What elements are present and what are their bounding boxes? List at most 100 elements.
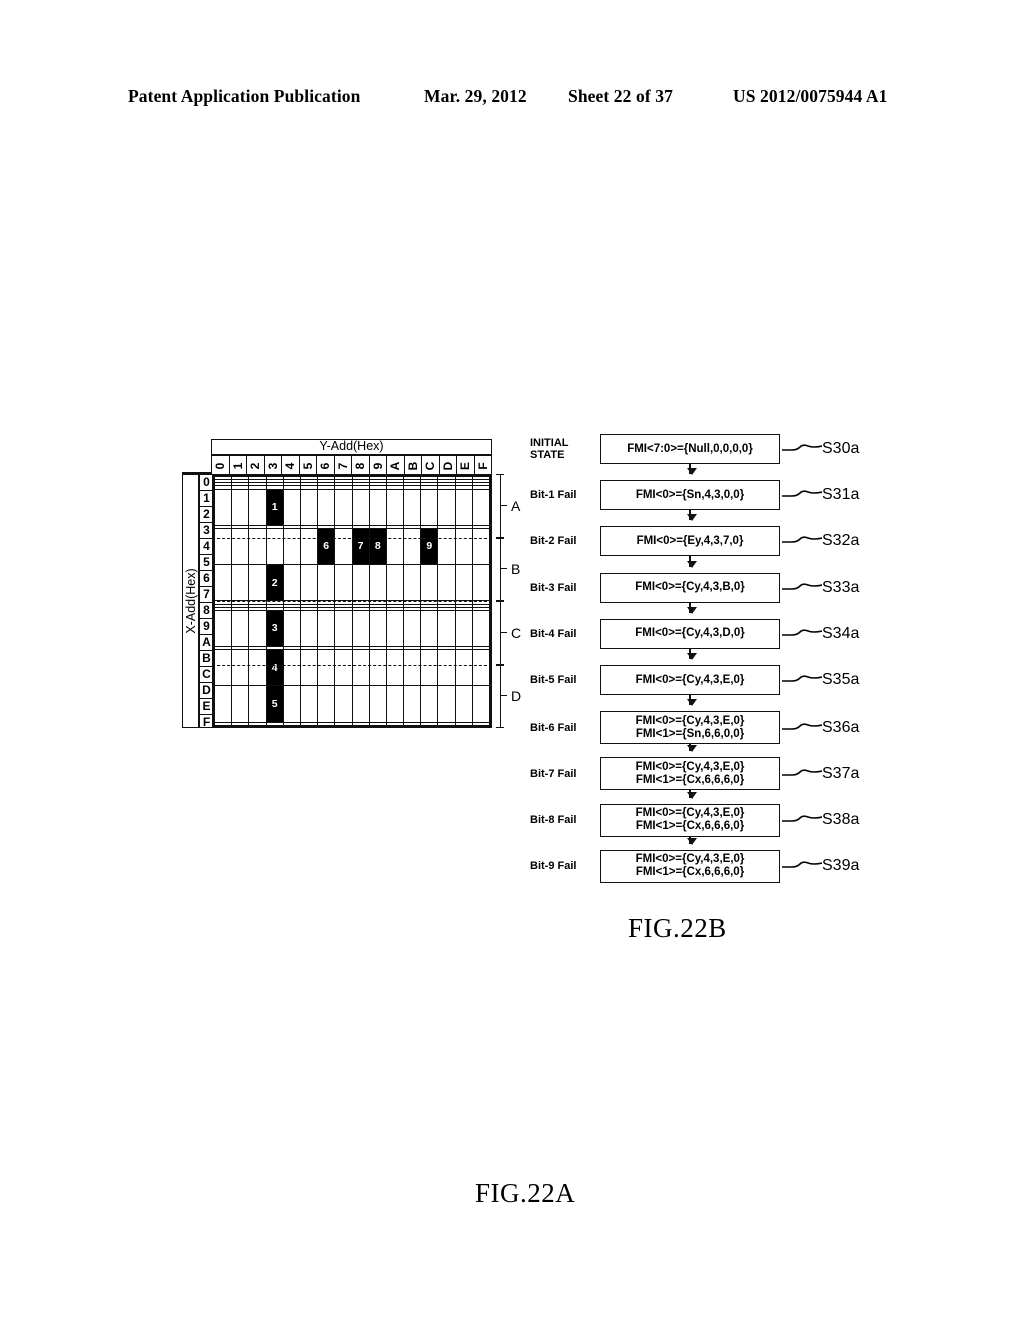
grid-cell-EF [471, 685, 491, 723]
stage-label-bit-3-fail: Bit-3 Fail [530, 582, 596, 594]
grid-cell-74 [282, 564, 301, 602]
y-column-header-label: 3 [265, 462, 280, 469]
grid-cell-FD [437, 721, 456, 727]
grid-cell-E9 [368, 685, 387, 723]
reference-number-s35a: S35a [822, 671, 860, 688]
stage-label-bit-7-fail: Bit-7 Fail [530, 768, 596, 780]
grid-cell-77 [334, 564, 353, 602]
flow-box-s33a: FMI<0>={Cy,4,3,B,0} [600, 572, 780, 603]
flow-box-s35a: FMI<0>={Cy,4,3,E,0} [600, 665, 780, 695]
flow-box-line: FMI<1>={Sn,6,6,0,0} [635, 727, 745, 740]
y-column-header-2: 2 [247, 456, 265, 475]
y-column-header-4: 4 [282, 456, 300, 475]
fail-cell-6: 6 [317, 527, 336, 566]
flow-box-s38a: FMI<0>={Cy,4,3,E,0} FMI<1>={Cx,6,6,6,0} [600, 803, 780, 837]
stage-label-bit-8-fail: Bit-8 Fail [530, 814, 596, 826]
grid-cell-65 [299, 527, 319, 566]
reference-number-s30a: S30a [822, 440, 860, 457]
grid-cell-D0 [213, 649, 233, 687]
block-braces: A B C D [494, 474, 530, 728]
grid-cell-BE [454, 609, 473, 648]
flow-box-s31a: FMI<0>={Sn,4,3,0,0} [600, 480, 780, 511]
patent-number: US 2012/0075944 A1 [733, 86, 888, 106]
grid-cell-DB [403, 649, 422, 687]
y-column-header-label: B [405, 461, 420, 470]
grid-cell-BC [420, 609, 439, 648]
y-axis-column-headers: 0123456789ABCDEF [211, 455, 492, 475]
figure-22a: Y-Add(Hex) 0123456789ABCDEF X-Add(Hex) 0… [178, 430, 575, 1208]
grid-cell-4A [385, 488, 405, 526]
grid-cell-FC [420, 721, 439, 727]
brace-label-B: B [511, 561, 521, 578]
figure-22a-caption: FIG.22A [475, 1178, 576, 1208]
reference-leader-line [782, 489, 822, 501]
stage-label-initial-state: INITIAL STATE [530, 437, 596, 461]
flow-arrow-down [686, 744, 697, 753]
stage-label-bit-4-fail: Bit-4 Fail [530, 628, 596, 640]
flow-arrow-down [686, 695, 697, 707]
reference-number-s34a: S34a [822, 624, 860, 642]
reference-leader-line [782, 722, 822, 734]
publication-title: Patent Application Publication [128, 86, 361, 106]
grid-cell-63 [265, 527, 284, 566]
grid-cell-78 [351, 564, 370, 602]
stage-label-bit-9-fail: Bit-9 Fail [530, 860, 596, 872]
stage-label-line: Bit-8 Fail [530, 814, 577, 827]
grid-cell-FA [385, 721, 405, 727]
grid-cell-E8 [351, 685, 370, 723]
y-column-header-label: C [423, 461, 438, 470]
grid-cell-BA [385, 609, 405, 648]
grid-cell-D5 [299, 649, 319, 687]
y-column-header-label: 4 [283, 462, 298, 469]
reference-leader-line [782, 628, 822, 640]
grid-cell-E2 [248, 685, 267, 723]
grid-cell-76 [317, 564, 336, 602]
y-column-header-7: 7 [335, 456, 352, 475]
brace-C [494, 601, 508, 665]
fail-cell-9: 9 [420, 527, 439, 566]
grid-cell-F4 [282, 721, 301, 727]
y-column-header-B: B [405, 456, 422, 475]
grid-cell-FF [471, 721, 491, 727]
grid-cell-B1 [231, 609, 250, 648]
brace-label-C: C [511, 624, 522, 641]
reference-leader-line [782, 814, 822, 826]
grid-cell-6F [471, 527, 491, 566]
y-column-header-label: 2 [248, 462, 263, 469]
grid-cell-E0 [213, 685, 233, 723]
y-column-header-E: E [457, 456, 475, 475]
grid-cell-F6 [317, 721, 336, 727]
grid-cell-F1 [231, 721, 250, 727]
grid-cell-64 [282, 527, 301, 566]
y-column-header-F: F [475, 456, 492, 475]
flow-box-line: FMI<0>={Cy,4,3,E,0} [635, 673, 745, 686]
reference-leader-line [782, 768, 822, 780]
x-axis-title-text: X-Add(Hex) [183, 568, 198, 634]
flow-box-s32a: FMI<0>={Ey,4,3,7,0} [600, 526, 780, 557]
grid-cell-F2 [248, 721, 267, 727]
grid-cell-61 [231, 527, 250, 566]
grid-cell-D8 [351, 649, 370, 687]
grid-cell-B6 [317, 609, 336, 648]
grid-cell-DD [437, 649, 456, 687]
y-column-header-label: F [475, 461, 490, 470]
flow-box-line: FMI<1>={Cx,6,6,6,0} [635, 773, 745, 786]
grid-cell-45 [299, 488, 319, 526]
grid-cell-75 [299, 564, 319, 602]
grid-cell-F5 [299, 721, 319, 727]
stage-label-line: INITIAL [530, 437, 569, 449]
memory-map-grid: 167892345 [212, 474, 492, 728]
grid-cell-B2 [248, 609, 267, 648]
grid-cell-6A [385, 527, 405, 566]
stage-label-line: Bit-3 Fail [530, 581, 577, 594]
stage-label-line: Bit-7 Fail [530, 767, 577, 780]
flow-box-s34a: FMI<0>={Cy,4,3,D,0} [600, 618, 780, 649]
y-column-header-0: 0 [212, 456, 230, 475]
flow-arrow-down [686, 510, 697, 522]
grid-cell-E6 [317, 685, 336, 723]
brace-label-D: D [511, 688, 522, 705]
stage-label-line: Bit-9 Fail [530, 860, 577, 873]
grid-cell-DA [385, 649, 405, 687]
y-column-header-1: 1 [230, 456, 247, 475]
brace-D [494, 664, 508, 728]
